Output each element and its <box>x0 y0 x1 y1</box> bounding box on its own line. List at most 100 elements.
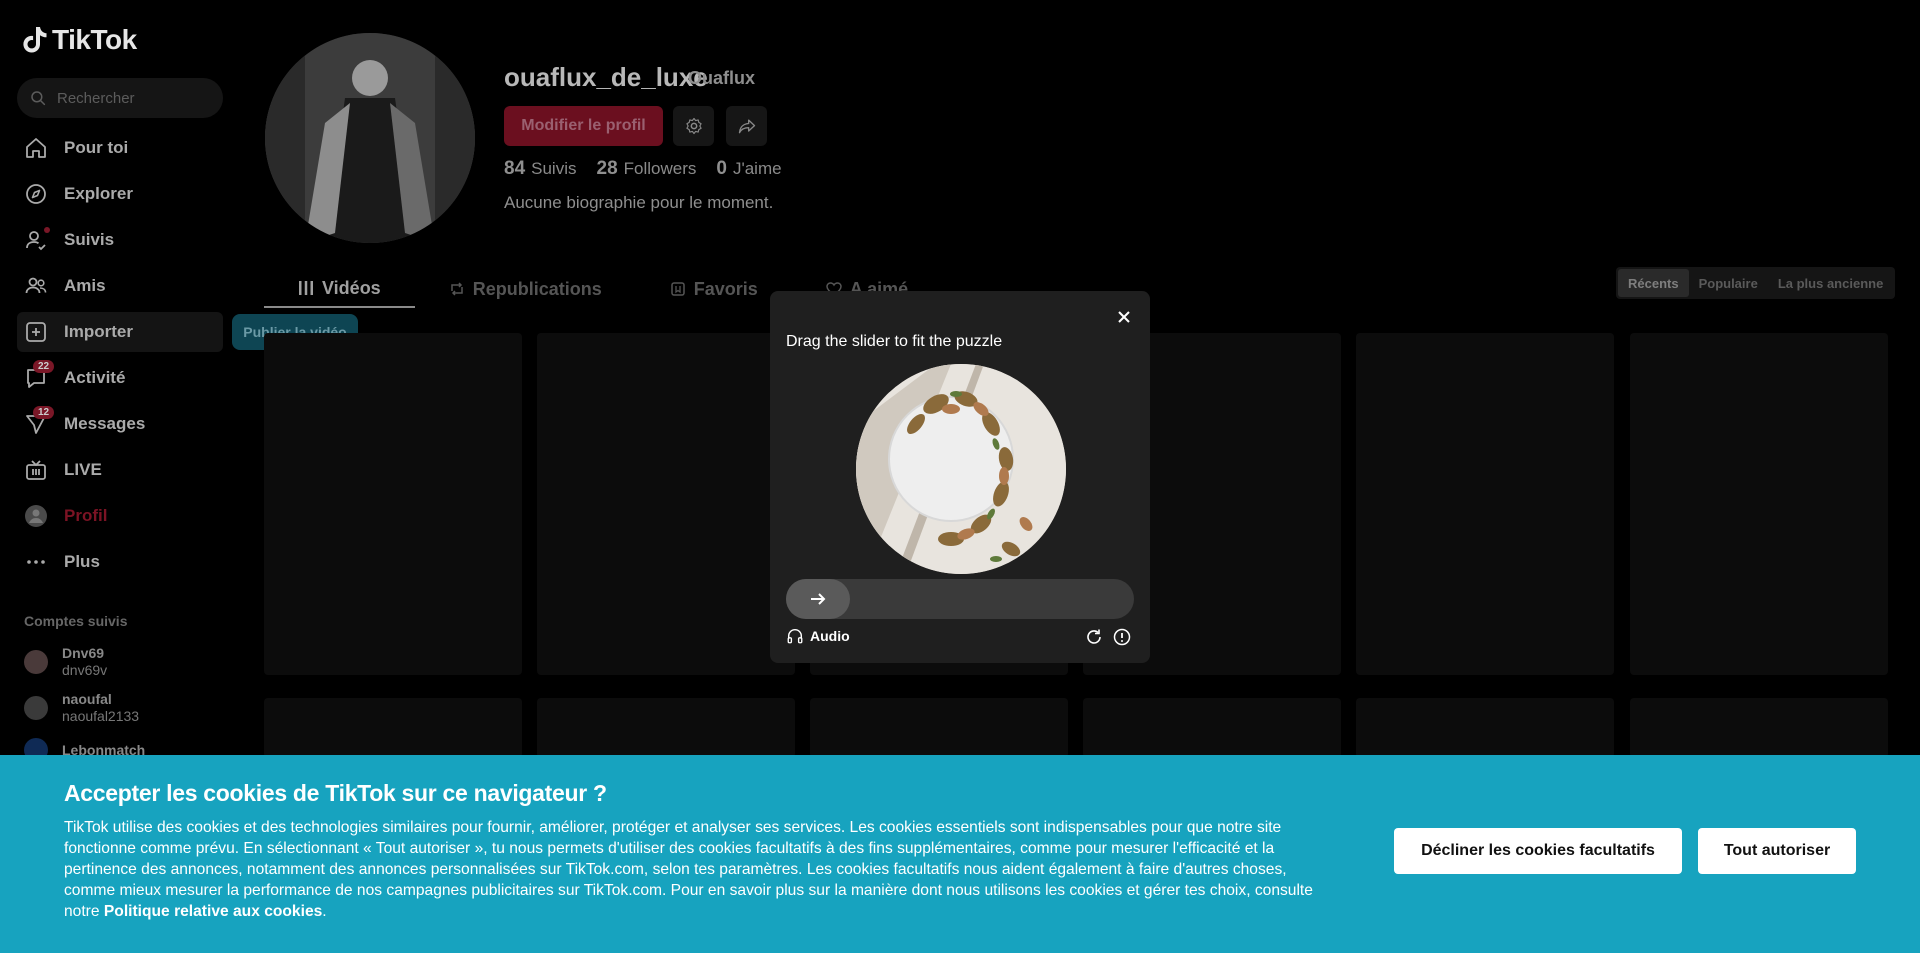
avatar <box>24 696 48 720</box>
sidebar-nav: Pour toi Explorer Suivis Amis Importer 2… <box>17 128 223 588</box>
captcha-slider-handle[interactable] <box>786 579 850 619</box>
compass-icon <box>26 184 46 204</box>
avatar <box>24 650 48 674</box>
tab-label: Vidéos <box>322 277 381 298</box>
sidebar-item-label: Importer <box>64 322 133 341</box>
decline-optional-cookies-button[interactable]: Décliner les cookies facultatifs <box>1394 828 1682 874</box>
share-icon <box>738 119 755 134</box>
followed-account[interactable]: Dnv69 dnv69v <box>24 645 107 679</box>
sidebar-item-label: LIVE <box>64 460 102 479</box>
video-card-placeholder <box>1356 698 1614 758</box>
video-card-placeholder <box>537 698 795 758</box>
likes-stat: 0 J'aime <box>716 158 781 180</box>
accept-all-cookies-button[interactable]: Tout autoriser <box>1698 828 1856 874</box>
tiktok-logo[interactable]: TikTok <box>22 24 137 56</box>
tab-label: Favoris <box>693 278 758 299</box>
upload-icon <box>26 322 46 342</box>
captcha-puzzle-image <box>856 364 1066 574</box>
live-icon <box>26 460 46 480</box>
edit-profile-button[interactable]: Modifier le profil <box>504 106 663 146</box>
more-icon <box>27 560 45 564</box>
sidebar-item-label: Suivis <box>64 230 115 249</box>
sidebar-item-label: Plus <box>64 552 100 571</box>
followed-account[interactable]: naoufal naoufal2133 <box>24 691 139 725</box>
refresh-icon[interactable] <box>1084 627 1104 647</box>
profile-avatar[interactable] <box>265 33 475 243</box>
headphones-icon <box>787 628 803 644</box>
search-input[interactable] <box>57 89 217 107</box>
tab-favoris[interactable]: Favoris <box>636 270 792 308</box>
likes-label: J'aime <box>732 159 782 178</box>
sort-option-recent[interactable]: Récents <box>1618 269 1689 297</box>
audio-label: Audio <box>810 628 850 644</box>
info-icon[interactable] <box>1112 627 1132 647</box>
account-handle: naoufal2133 <box>62 708 140 724</box>
tab-videos[interactable]: Vidéos <box>264 270 415 308</box>
sort-selector: Récents Populaire La plus ancienne <box>1616 267 1896 299</box>
messages-badge: 12 <box>33 406 55 419</box>
sort-option-popular[interactable]: Populaire <box>1689 269 1768 297</box>
cookie-title: Accepter les cookies de TikTok sur ce na… <box>64 780 607 806</box>
following-count: 84 <box>504 158 526 179</box>
sidebar-item-profil[interactable]: Profil <box>17 496 223 536</box>
video-card-placeholder <box>1083 698 1341 758</box>
logo-text: TikTok <box>52 24 137 55</box>
account-name: Dnv69 <box>62 645 105 661</box>
settings-button[interactable] <box>673 106 714 146</box>
cookie-banner: Accepter les cookies de TikTok sur ce na… <box>0 755 1920 953</box>
sidebar-item-amis[interactable]: Amis <box>17 266 223 306</box>
video-card-placeholder <box>1630 698 1888 758</box>
sidebar-item-plus[interactable]: Plus <box>17 542 223 582</box>
profile-avatar-image <box>265 33 475 243</box>
notification-dot <box>44 227 50 233</box>
profile-username: ouaflux_de_luxe <box>504 62 708 92</box>
video-card-placeholder <box>264 698 522 758</box>
sidebar-item-label: Amis <box>64 276 106 295</box>
profile-avatar-icon <box>25 505 47 527</box>
cookie-body: TikTok utilise des cookies et des techno… <box>64 819 1313 920</box>
tab-republications[interactable]: Republications <box>415 270 636 308</box>
gear-icon <box>685 117 702 135</box>
following-stat[interactable]: 84 Suivis <box>504 158 577 180</box>
close-icon[interactable] <box>1114 307 1134 327</box>
sidebar-item-label: Profil <box>64 506 108 525</box>
sidebar-item-messages[interactable]: 12 Messages <box>17 404 223 444</box>
search-icon <box>31 91 46 106</box>
bookmark-icon <box>670 282 685 296</box>
cookie-policy-link[interactable]: Politique relative aux cookies <box>104 903 322 920</box>
sidebar-item-importer[interactable]: Importer <box>17 312 223 352</box>
profile-nickname: Ouaflux <box>688 68 756 88</box>
tiktok-logo-icon <box>23 27 47 53</box>
likes-count: 0 <box>716 158 727 179</box>
video-card-placeholder <box>537 333 795 675</box>
followers-count: 28 <box>596 158 618 179</box>
video-card-placeholder <box>810 698 1068 758</box>
share-profile-button[interactable] <box>726 106 767 146</box>
sidebar-item-pour-toi[interactable]: Pour toi <box>17 128 223 168</box>
sidebar-item-explorer[interactable]: Explorer <box>17 174 223 214</box>
followers-label: Followers <box>623 159 697 178</box>
tab-label: Republications <box>472 278 602 299</box>
search-box[interactable] <box>17 78 223 118</box>
captcha-audio-button[interactable]: Audio <box>786 627 850 645</box>
sidebar-item-live[interactable]: LIVE <box>17 450 223 490</box>
sidebar-item-label: Explorer <box>64 184 133 203</box>
sidebar-item-label: Pour toi <box>64 138 129 157</box>
video-card-placeholder <box>264 333 522 675</box>
account-handle: dnv69v <box>62 662 108 678</box>
following-label: Suivis <box>531 159 577 178</box>
followers-stat[interactable]: 28 Followers <box>597 158 697 180</box>
profile-bio: Aucune biographie pour le moment. <box>504 193 774 212</box>
following-accounts-title: Comptes suivis <box>24 613 128 629</box>
home-icon <box>26 138 46 158</box>
grid-icon <box>299 281 313 295</box>
sidebar-item-suivis[interactable]: Suivis <box>17 220 223 260</box>
friends-icon <box>25 277 47 294</box>
captcha-slider-track[interactable] <box>786 579 1134 619</box>
sidebar-item-activite[interactable]: 22 Activité <box>17 358 223 398</box>
sidebar-item-label: Activité <box>64 368 126 387</box>
profile-stats: 84 Suivis 28 Followers 0 J'aime <box>504 158 782 180</box>
sort-option-oldest[interactable]: La plus ancienne <box>1768 269 1893 297</box>
repost-icon <box>450 282 463 296</box>
captcha-modal: Drag the slider to fit the puzzle Audio <box>770 291 1150 663</box>
